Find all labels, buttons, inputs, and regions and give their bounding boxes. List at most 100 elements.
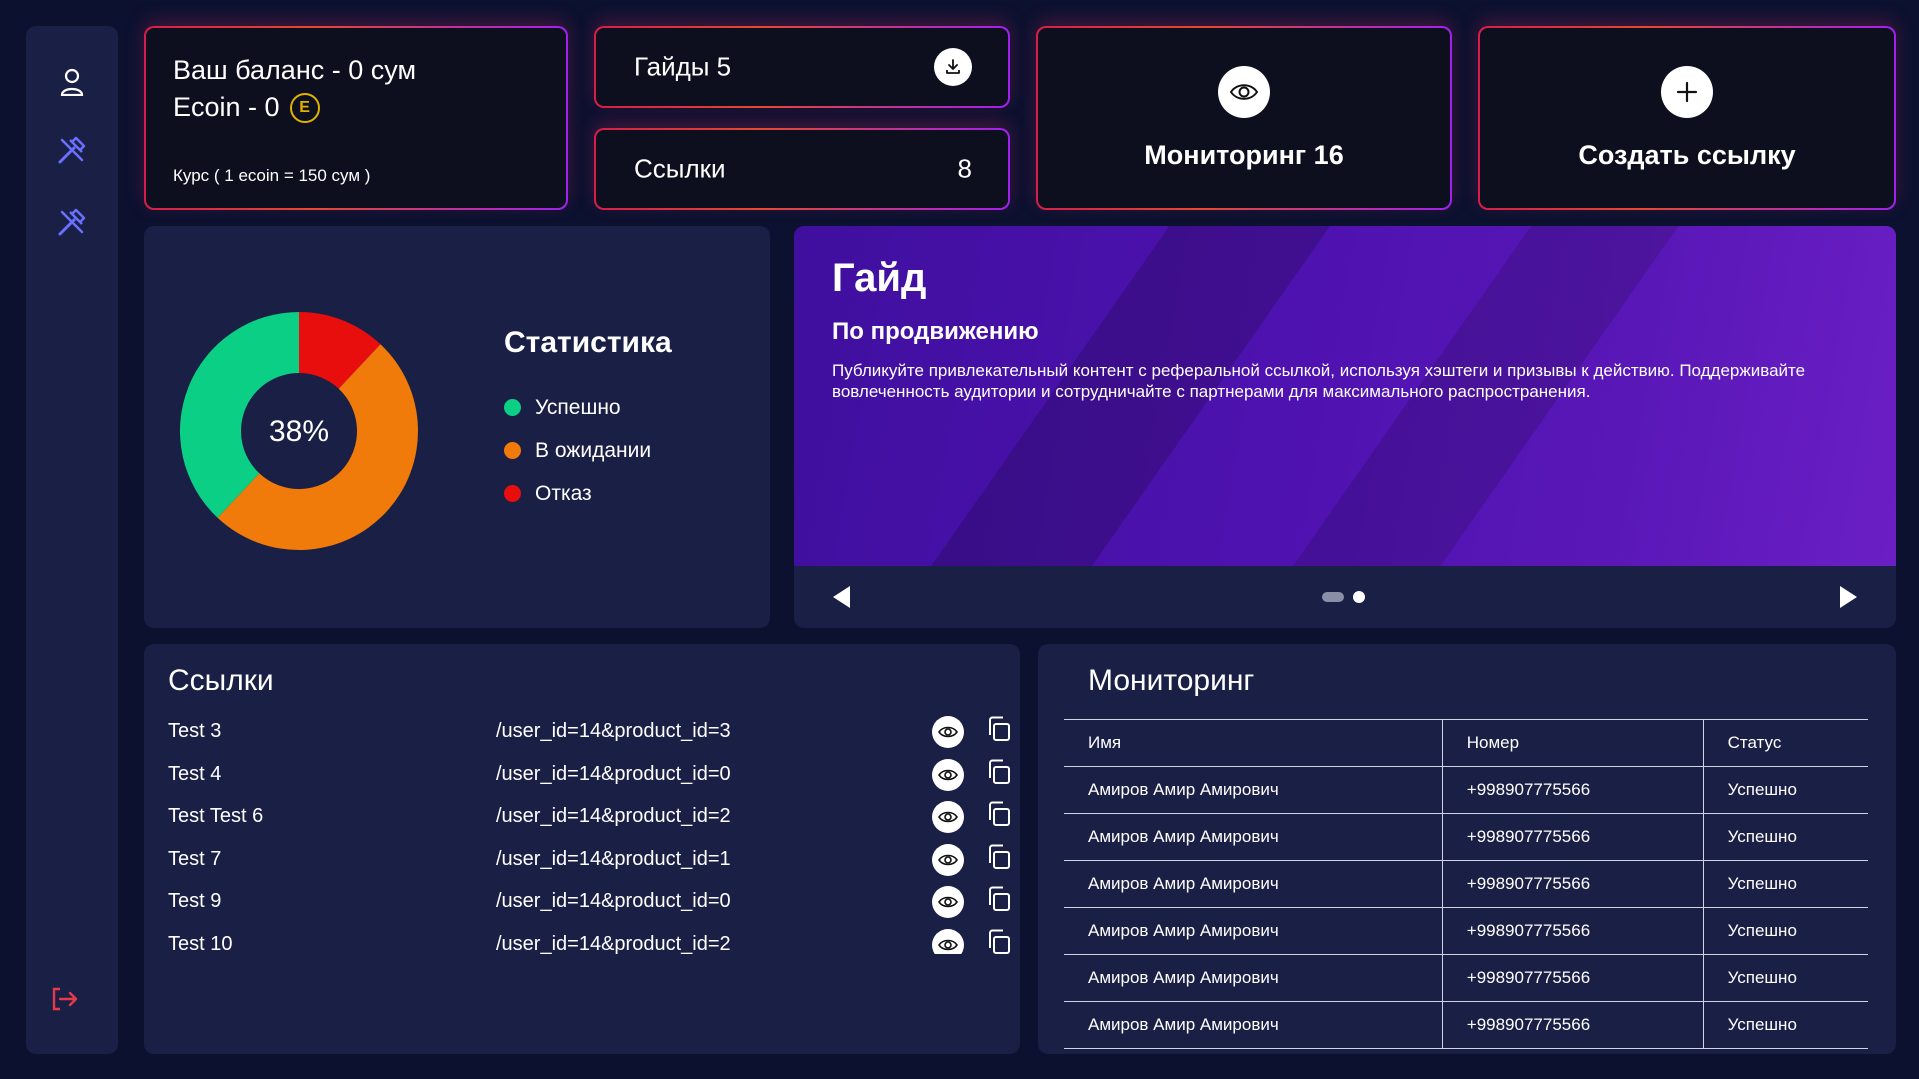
slide-indicators — [1322, 591, 1365, 603]
eye-icon — [938, 769, 958, 780]
copy-link-button[interactable] — [986, 885, 1018, 919]
copy-icon — [989, 801, 1010, 827]
statistics-panel: 38% Статистика Успешно В ожидании Отказ — [144, 226, 770, 628]
column-header-phone: Номер — [1442, 719, 1704, 767]
list-item: Test 3/user_id=14&product_id=3 — [168, 714, 1028, 757]
copy-icon — [989, 844, 1010, 869]
view-link-button[interactable] — [932, 928, 964, 954]
link-name: Test 4 — [168, 762, 222, 785]
monitoring-card[interactable]: Мониторинг 16 — [1036, 26, 1452, 210]
slide-dot-1[interactable] — [1322, 592, 1344, 602]
view-link-button[interactable] — [932, 801, 964, 834]
guides-card[interactable]: Гайды 5 — [594, 26, 1010, 108]
copy-icon — [989, 929, 1010, 954]
guide-subtitle: По продвижению — [832, 318, 1039, 345]
view-link-button[interactable] — [932, 716, 964, 748]
logout-button[interactable] — [50, 986, 90, 1020]
cell-status: Успешно — [1703, 1001, 1868, 1049]
list-item: Test 4/user_id=14&product_id=0 — [168, 757, 1028, 800]
monitoring-panel: Мониторинг Имя Номер Статус Амиров Амир … — [1038, 644, 1896, 1054]
donut-center-label: 38% — [268, 415, 330, 448]
column-header-status: Статус — [1703, 719, 1868, 767]
column-header-name: Имя — [1064, 719, 1443, 767]
monitoring-table: Имя Номер Статус Амиров Амир Амирович +99… — [1064, 719, 1868, 1049]
links-card[interactable]: Ссылки 8 — [594, 128, 1010, 210]
download-button[interactable] — [934, 48, 972, 86]
cell-name: Амиров Амир Амирович — [1064, 813, 1443, 861]
table-row: Амиров Амир Амирович +998907775566 Успешно — [1064, 813, 1868, 861]
slide-dot-2[interactable] — [1353, 591, 1365, 603]
next-slide-button[interactable] — [1836, 583, 1860, 611]
guide-carousel: Гайд По продвижению Публикуйте привлекат… — [794, 226, 1896, 628]
link-name: Test Test 6 — [168, 805, 264, 828]
copy-link-button[interactable] — [986, 800, 1018, 834]
link-path: /user_id=14&product_id=2 — [496, 805, 731, 828]
monitoring-label: Мониторинг 16 — [1144, 139, 1344, 170]
cell-status: Успешно — [1703, 860, 1868, 908]
guides-label: Гайды 5 — [634, 51, 732, 82]
exchange-rate: Курс ( 1 ecoin = 150 сум ) — [173, 166, 371, 185]
links-label: Ссылки — [634, 153, 726, 184]
cell-name: Амиров Амир Амирович — [1064, 954, 1443, 1002]
link-name: Test 3 — [168, 720, 222, 742]
balance-text: Ваш баланс - 0 сум — [173, 55, 416, 85]
eye-icon — [938, 811, 958, 823]
copy-link-button[interactable] — [986, 843, 1018, 877]
cell-name: Амиров Амир Амирович — [1064, 860, 1443, 908]
view-link-button[interactable] — [932, 843, 964, 876]
download-icon — [946, 59, 960, 74]
statistics-title: Статистика — [504, 326, 672, 359]
nav-profile[interactable] — [52, 62, 92, 102]
balance-info: Ваш баланс - 0 сум Ecoin - 0 E — [173, 52, 416, 126]
link-name: Test 7 — [168, 847, 222, 870]
cell-name: Амиров Амир Амирович — [1064, 907, 1443, 955]
create-icon-wrap — [1661, 65, 1713, 118]
cell-phone: +998907775566 — [1442, 813, 1704, 861]
monitoring-card-content: Мониторинг 16 — [1038, 28, 1450, 208]
cell-status: Успешно — [1703, 766, 1868, 814]
table-row: Амиров Амир Амирович +998907775566 Успешно — [1064, 907, 1868, 955]
table-row: Амиров Амир Амирович +998907775566 Успешно — [1064, 1001, 1868, 1049]
nav-tools-2[interactable] — [52, 202, 92, 242]
view-link-button[interactable] — [932, 886, 964, 919]
ecoin-icon: E — [289, 92, 320, 123]
create-link-card[interactable]: Создать ссылку — [1478, 26, 1896, 210]
legend-label: Отказ — [535, 481, 592, 505]
balance-card: Ваш баланс - 0 сум Ecoin - 0 E Курс ( 1 … — [144, 26, 568, 210]
prev-slide-button[interactable] — [830, 583, 854, 611]
arrow-left-icon — [833, 586, 850, 608]
copy-link-button[interactable] — [986, 715, 1018, 749]
copy-link-button[interactable] — [986, 758, 1018, 792]
nav-tools-1[interactable] — [52, 130, 92, 170]
view-link-button[interactable] — [932, 758, 964, 791]
link-path: /user_id=14&product_id=3 — [496, 720, 731, 742]
ecoin-text: Ecoin - 0 — [173, 92, 280, 122]
links-panel: Ссылки Test 3/user_id=14&product_id=3 Tes… — [144, 644, 1020, 1054]
link-name: Test 10 — [168, 932, 233, 954]
table-header-row: Имя Номер Статус — [1064, 719, 1868, 767]
copy-link-button[interactable] — [986, 928, 1018, 954]
link-path: /user_id=14&product_id=2 — [496, 932, 731, 954]
guide-text: Публикуйте привлекательный контент с реф… — [832, 361, 1806, 401]
eye-icon — [938, 939, 958, 951]
legend-label: Успешно — [535, 395, 621, 419]
cell-phone: +998907775566 — [1442, 860, 1704, 908]
guide-title: Гайд — [832, 256, 927, 300]
table-row: Амиров Амир Амирович +998907775566 Успешно — [1064, 860, 1868, 908]
create-link-label: Создать ссылку — [1578, 139, 1796, 170]
list-item: Test Test 6/user_id=14&product_id=2 — [168, 799, 1028, 842]
cell-phone: +998907775566 — [1442, 1001, 1704, 1049]
legend-item-pending: В ожидании — [504, 429, 651, 472]
table-row: Амиров Амир Амирович +998907775566 Успешно — [1064, 954, 1868, 1002]
link-name: Test 9 — [168, 890, 222, 913]
link-path: /user_id=14&product_id=1 — [496, 847, 731, 870]
arrow-right-icon — [1840, 586, 1857, 608]
table-row: Амиров Амир Амирович +998907775566 Успешно — [1064, 766, 1868, 814]
guide-banner: Гайд По продвижению Публикуйте привлекат… — [794, 226, 1896, 566]
ecoin-row: Ecoin - 0 E — [173, 89, 416, 126]
list-item: Test 10/user_id=14&product_id=2 — [168, 927, 1028, 954]
plus-icon — [1676, 81, 1698, 102]
links-panel-title: Ссылки — [168, 664, 274, 697]
logout-icon — [52, 987, 78, 1011]
cell-name: Амиров Амир Амирович — [1064, 1001, 1443, 1049]
